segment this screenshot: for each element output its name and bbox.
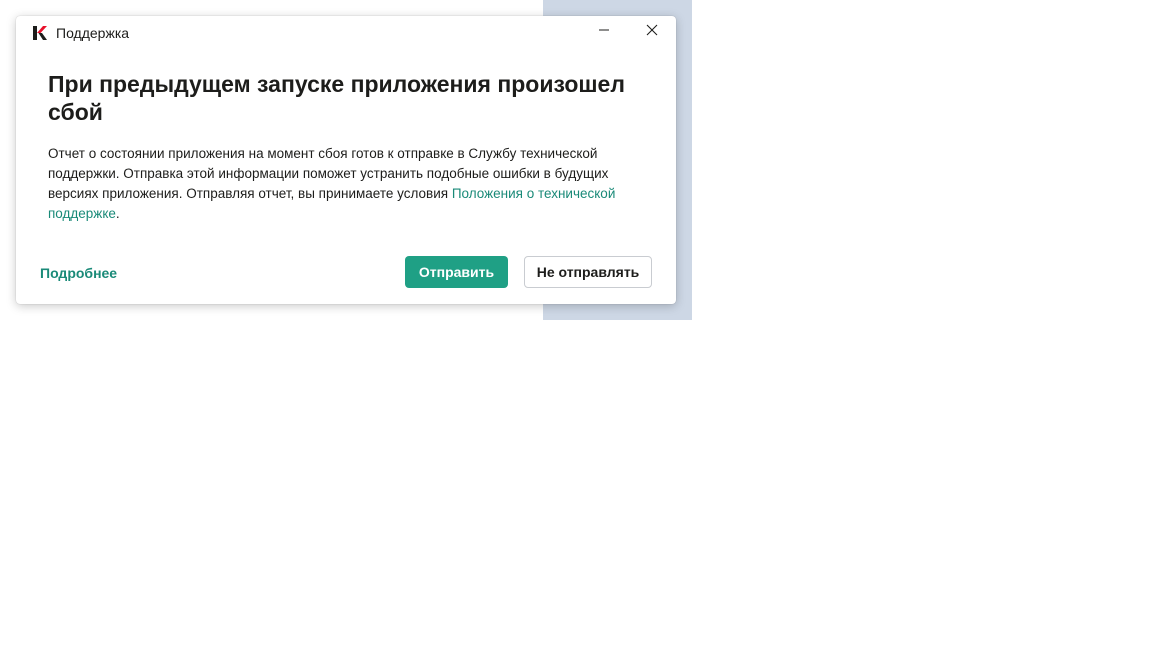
close-button[interactable] [637,20,667,44]
body-text-end: . [115,206,120,221]
kaspersky-k-logo-icon [33,26,47,40]
dialog-heading: При предыдущем запуске приложения произо… [48,71,625,125]
support-dialog: Поддержка При предыдущем запуске приложе… [16,16,676,304]
more-details-link[interactable]: Подробнее [40,264,117,282]
dialog-body-text: Отчет о состоянии приложения на момент с… [48,144,638,224]
window-title: Поддержка [56,25,130,41]
close-icon [646,23,658,41]
minimize-icon [598,23,610,41]
send-button[interactable]: Отправить [405,256,508,288]
minimize-button[interactable] [589,20,619,44]
dont-send-button[interactable]: Не отправлять [524,256,652,288]
title-bar[interactable]: Поддержка [16,16,676,48]
